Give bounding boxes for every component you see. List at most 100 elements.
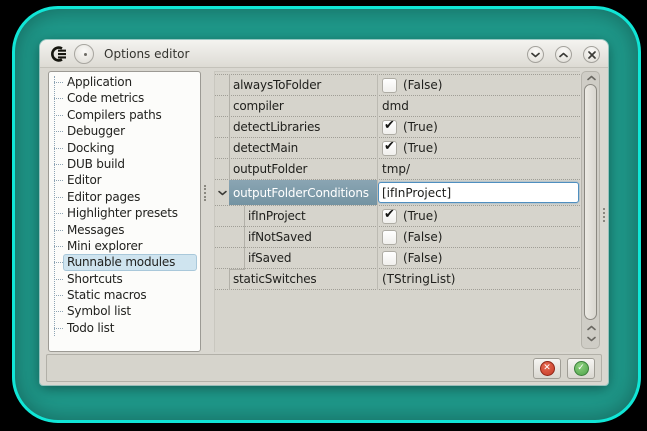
tree-stub-icon (54, 115, 63, 116)
sidebar-item-editor-pages[interactable]: Editor pages (49, 189, 200, 205)
tree-stub-icon (54, 311, 63, 312)
property-value[interactable]: ✔(True) (378, 117, 580, 137)
property-name[interactable]: ifInProject (244, 206, 377, 226)
sidebar-item-label: Docking (67, 141, 114, 155)
grid-row-ifnotsaved: ifNotSaved(False) (215, 227, 580, 248)
value-label: (False) (403, 78, 443, 92)
grid-row-outputfolderconditions: outputFolderConditions (215, 180, 580, 206)
titlebar[interactable]: Options editor (40, 40, 608, 68)
property-name[interactable]: ifNotSaved (244, 227, 377, 247)
sidebar-item-label: Highlighter presets (67, 206, 178, 220)
grid-row-ifsaved: ifSaved(False) (215, 248, 580, 269)
property-value[interactable]: tmp/ (378, 159, 580, 179)
sidebar-item-messages[interactable]: Messages (49, 222, 200, 238)
sidebar-item-mini-explorer[interactable]: Mini explorer (49, 238, 200, 254)
property-name[interactable]: staticSwitches (229, 269, 377, 289)
chevron-up-icon (587, 75, 596, 81)
dialog-footer: ✕ ✓ (46, 354, 602, 382)
property-value[interactable]: (False) (378, 227, 580, 247)
outputfolderconditions-editor[interactable] (378, 182, 579, 203)
sidebar-item-label: Messages (67, 223, 124, 237)
property-name[interactable]: detectLibraries (229, 117, 377, 137)
grid-row-alwaystofolder: alwaysToFolder (False) (215, 75, 580, 96)
checkmark-icon: ✔ (384, 139, 395, 154)
value-label: dmd (382, 99, 409, 113)
sidebar-item-docking[interactable]: Docking (49, 140, 200, 156)
sidebar-item-todo-list[interactable]: Todo list (49, 320, 200, 336)
unshade-button[interactable] (555, 46, 572, 63)
window-menu-icon[interactable] (74, 44, 94, 64)
grid-row-staticswitches: staticSwitches(TStringList) (215, 269, 580, 290)
indent-line (244, 206, 245, 269)
property-value[interactable]: (TStringList) (378, 269, 580, 289)
tree-stub-icon (54, 230, 63, 231)
grid-scrollbar[interactable] (581, 71, 600, 349)
property-value[interactable]: (False) (378, 75, 580, 95)
scroll-up-button-2[interactable] (585, 324, 597, 332)
property-name[interactable]: detectMain (229, 138, 377, 158)
gutter-line (229, 74, 230, 180)
options-editor-window: Options editor Application Code metrics Co… (40, 40, 608, 385)
tree-stub-icon (54, 148, 63, 149)
property-value[interactable]: ✔ (True) (378, 206, 580, 226)
property-value[interactable]: ✔(True) (378, 138, 580, 158)
edge-grip[interactable] (603, 208, 607, 222)
checkbox-unchecked[interactable] (382, 251, 397, 266)
sidebar-item-symbol-list[interactable]: Symbol list (49, 303, 200, 319)
checkmark-icon: ✔ (384, 207, 395, 222)
sidebar-item-compilers-paths[interactable]: Compilers paths (49, 107, 200, 123)
sidebar-item-label: Editor pages (67, 190, 140, 204)
sidebar-item-label: Runnable modules (67, 255, 175, 269)
value-label: (True) (403, 209, 438, 223)
sidebar-item-label: Compilers paths (67, 108, 162, 122)
scroll-up-button[interactable] (585, 74, 597, 82)
cancel-red-x-icon: ✕ (540, 361, 555, 376)
sidebar-item-code-metrics[interactable]: Code metrics (49, 90, 200, 106)
ok-button[interactable]: ✓ (567, 358, 595, 379)
sidebar-item-runnable-modules[interactable]: Runnable modules (49, 254, 200, 270)
sidebar-item-label: Shortcuts (67, 272, 123, 286)
tree-stub-icon (54, 279, 63, 280)
cancel-button[interactable]: ✕ (533, 358, 561, 379)
sidebar-item-shortcuts[interactable]: Shortcuts (49, 271, 200, 287)
checkbox-checked[interactable]: ✔ (382, 141, 397, 156)
sidebar-item-label: Application (67, 75, 132, 89)
scroll-down-button[interactable] (585, 335, 597, 343)
property-name[interactable]: outputFolderConditions (229, 180, 377, 205)
property-name[interactable]: alwaysToFolder (229, 75, 377, 95)
property-name[interactable]: compiler (229, 96, 377, 116)
sidebar-item-debugger[interactable]: Debugger (49, 123, 200, 139)
close-x-icon (588, 51, 596, 59)
chevron-up-icon (559, 52, 568, 58)
column-divider[interactable] (377, 74, 378, 290)
sidebar-item-label: Editor (67, 173, 101, 187)
checkbox-checked[interactable]: ✔ (382, 120, 397, 135)
sidebar-item-dub-build[interactable]: DUB build (49, 156, 200, 172)
grid-row-detectmain: detectMain✔(True) (215, 138, 580, 159)
close-button[interactable] (583, 46, 600, 63)
grid-row-detectlibraries: detectLibraries✔(True) (215, 117, 580, 138)
property-value[interactable]: dmd (378, 96, 580, 116)
ok-green-check-icon: ✓ (574, 361, 589, 376)
checkbox-unchecked[interactable] (382, 78, 397, 93)
grid-row-ifinproject: ifInProject ✔ (True) (215, 206, 580, 227)
sidebar-item-highlighter-presets[interactable]: Highlighter presets (49, 205, 200, 221)
scrollbar-thumb[interactable] (584, 84, 597, 320)
window-title: Options editor (104, 40, 189, 68)
checkmark-icon: ✔ (384, 118, 395, 133)
sidebar-item-static-macros[interactable]: Static macros (49, 287, 200, 303)
sidebar-item-editor[interactable]: Editor (49, 172, 200, 188)
category-list: Application Code metrics Compilers pathsDe… (48, 71, 201, 352)
sidebar-item-application[interactable]: Application (49, 74, 200, 90)
sidebar-item-label: Symbol list (67, 304, 131, 318)
property-value[interactable]: (False) (378, 248, 580, 268)
splitter-grip[interactable] (204, 185, 208, 201)
property-name[interactable]: outputFolder (229, 159, 377, 179)
checkbox-unchecked[interactable] (382, 230, 397, 245)
checkbox-checked[interactable]: ✔ (382, 209, 397, 224)
sidebar-item-label: Code metrics (67, 91, 144, 105)
expander-chevron-down-icon[interactable] (216, 180, 229, 205)
property-name[interactable]: ifSaved (244, 248, 377, 268)
tree-stub-icon (54, 246, 63, 247)
shade-button[interactable] (527, 46, 544, 63)
